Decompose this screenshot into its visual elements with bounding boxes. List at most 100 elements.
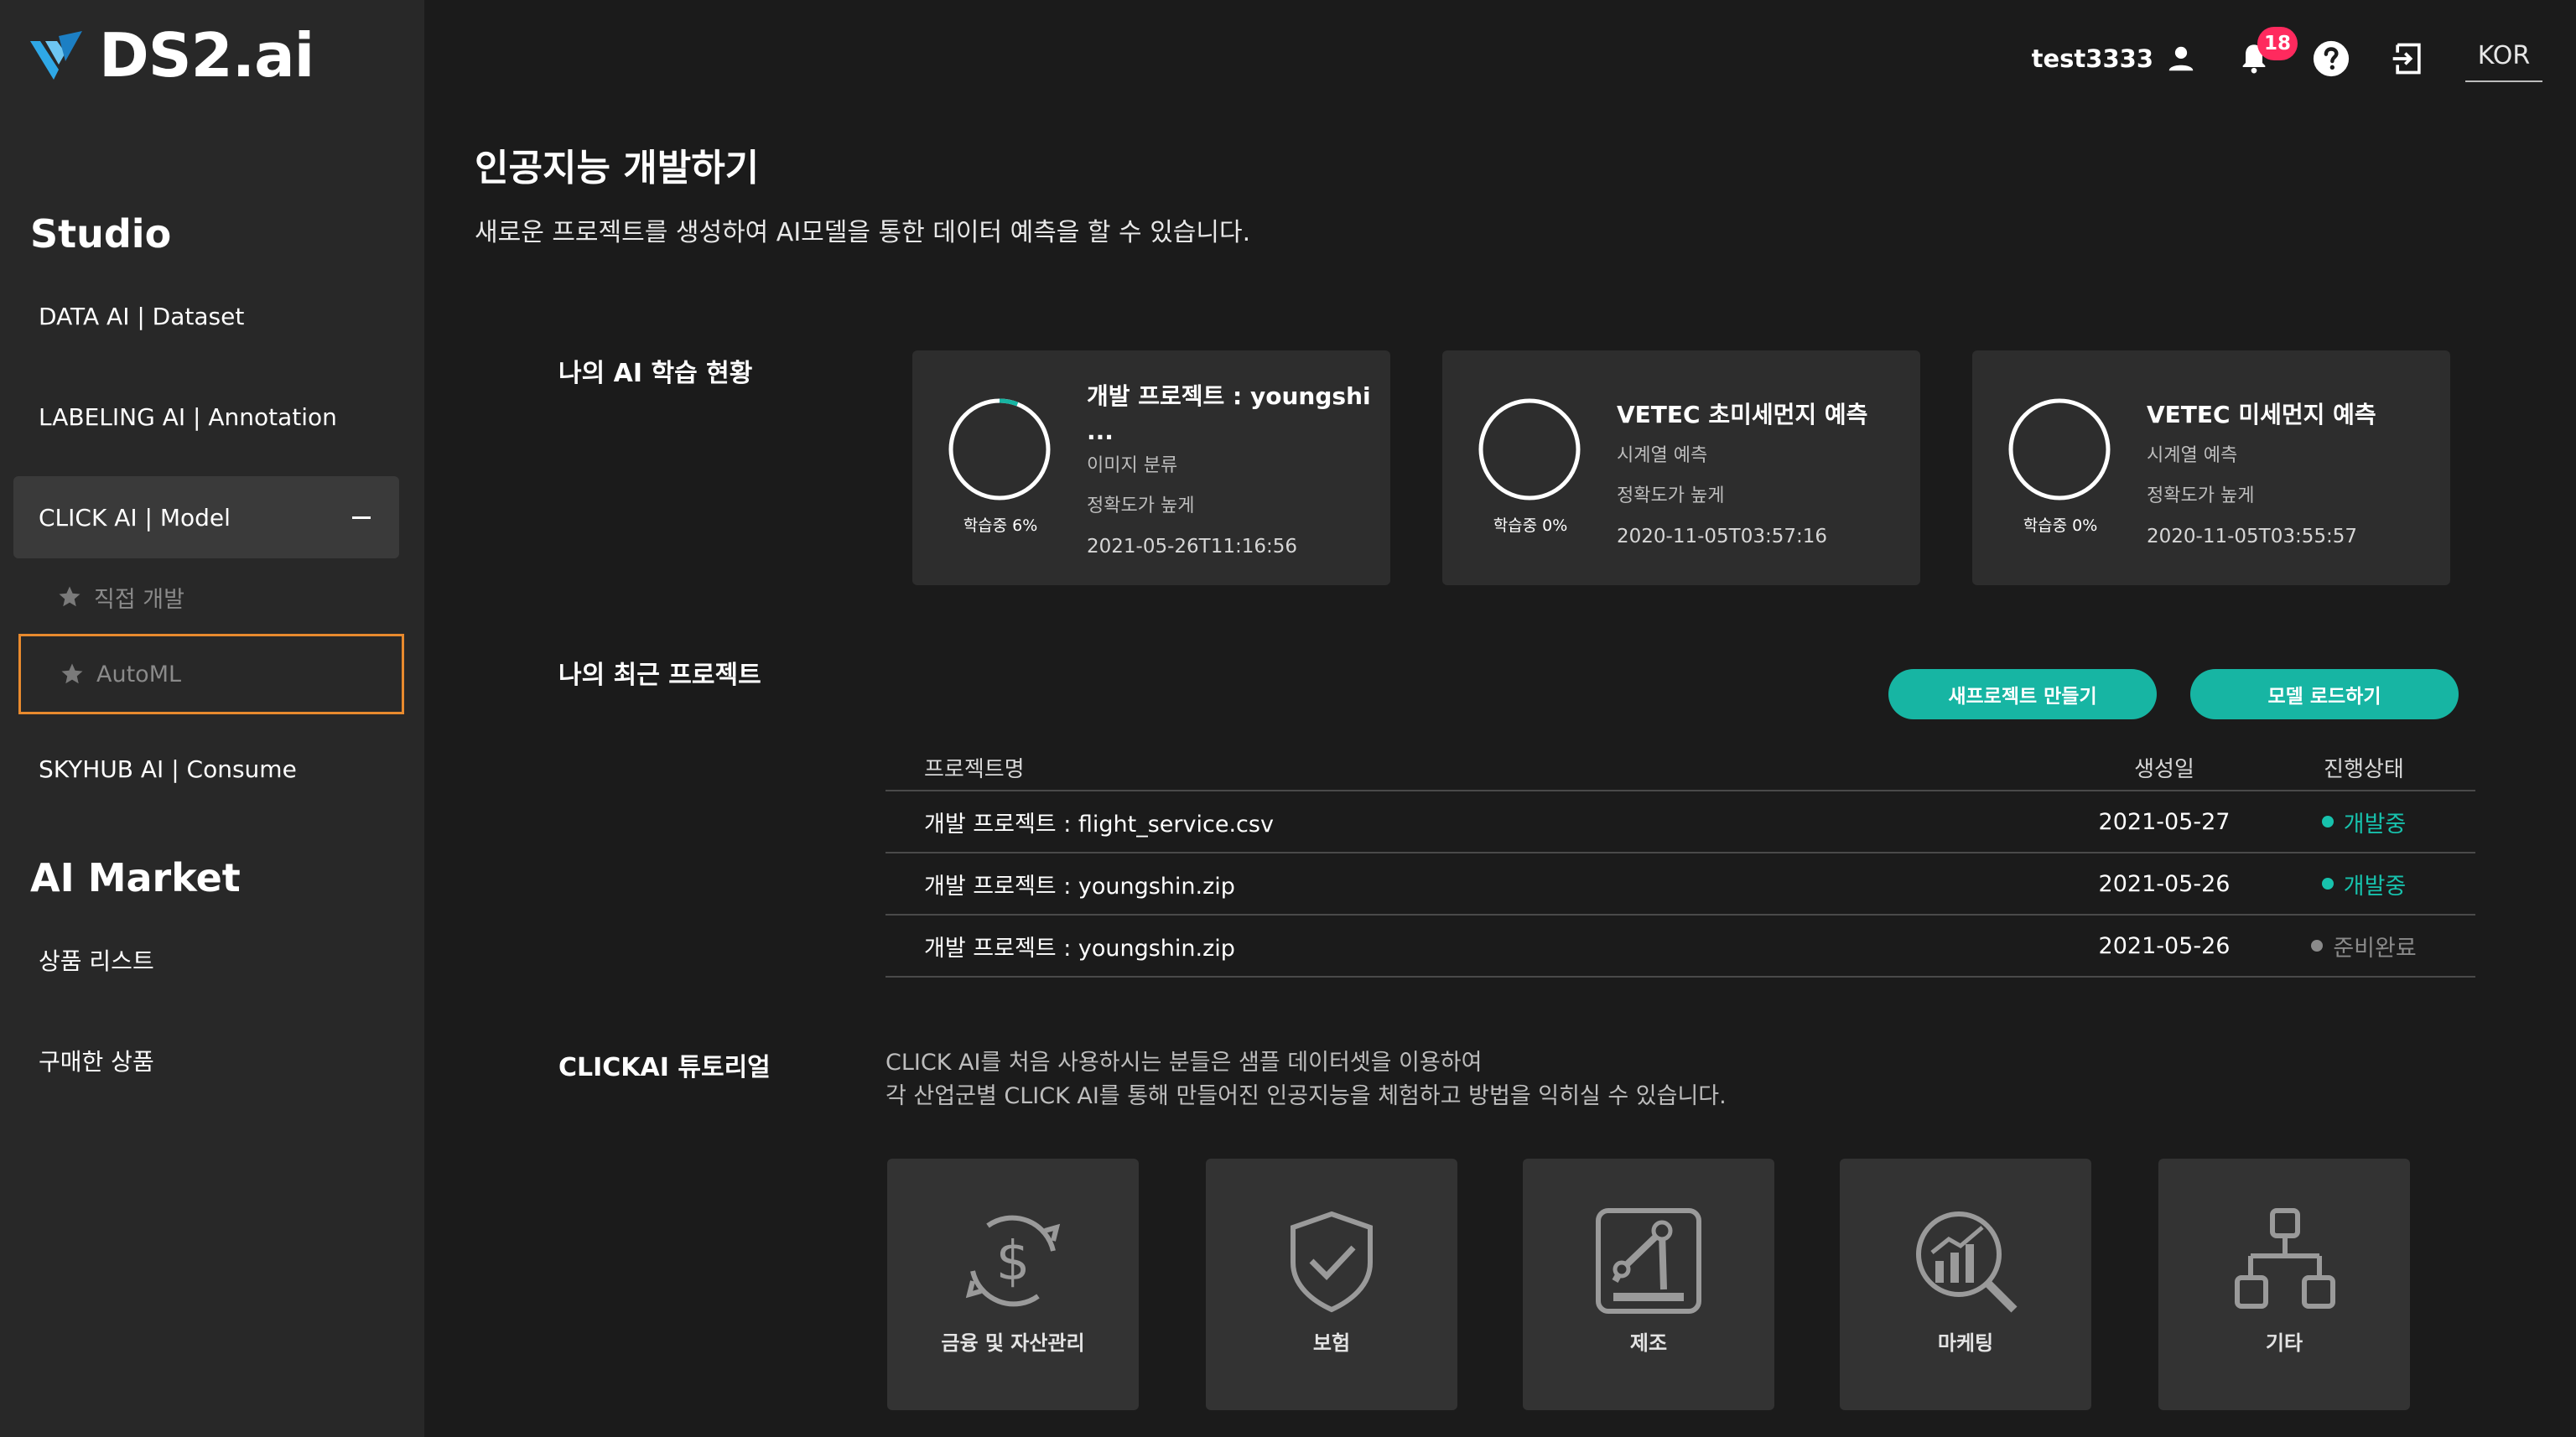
help-button[interactable]	[2311, 39, 2351, 79]
recent-projects-table: 프로젝트명 생성일 진행상태 개발 프로젝트 : flight_service.…	[886, 744, 2475, 978]
sidebar-item-label: CLICK AI | Model	[39, 503, 231, 532]
username: test3333	[2031, 44, 2153, 73]
sidebar-item-product-list[interactable]: 상품 리스트	[13, 919, 399, 1001]
star-icon	[61, 663, 83, 684]
sidebar-subitem-label: AutoML	[96, 661, 182, 687]
tutorial-title: CLICKAI 튜토리얼	[558, 1053, 771, 1082]
hierarchy-icon	[2235, 1208, 2335, 1309]
language-selector[interactable]: KOR	[2465, 36, 2542, 82]
brand-name: DS2.ai	[99, 20, 314, 91]
tutorial-label: 기타	[2265, 1331, 2303, 1355]
sidebar-item-click-ai[interactable]: CLICK AI | Model	[13, 476, 399, 558]
project-date: 2021-05-27	[2098, 808, 2231, 835]
project-name[interactable]: 개발 프로젝트 : youngshin.zip	[886, 930, 2076, 962]
tutorial-description: CLICK AI를 처음 사용하시는 분들은 샘플 데이터셋을 이용하여 각 산…	[886, 1046, 1727, 1113]
header-project-name: 프로젝트명	[924, 756, 1025, 782]
table-row[interactable]: 개발 프로젝트 : flight_service.csv 2021-05-27 …	[886, 791, 2475, 853]
help-icon	[2313, 40, 2350, 77]
tutorial-desc-line: 각 산업군별 CLICK AI를 통해 만들어진 인공지능을 체험하고 방법을 …	[886, 1083, 1727, 1109]
logo-icon	[30, 31, 82, 80]
notification-badge: 18	[2257, 27, 2298, 60]
sidebar-subitem-label: 직접 개발	[94, 586, 184, 613]
table-row[interactable]: 개발 프로젝트 : youngshin.zip 2021-05-26 개발중	[886, 853, 2475, 916]
card-title: 개발 프로젝트 : youngshi	[1087, 382, 1371, 410]
page-title: 인공지능 개발하기	[475, 147, 760, 189]
tutorial-card-manufacturing[interactable]: 제조	[1523, 1159, 1774, 1410]
load-model-button[interactable]: 모델 로드하기	[2190, 669, 2459, 719]
card-type: 시계열 예측	[1617, 445, 1708, 466]
header-created-date: 생성일	[2134, 756, 2194, 782]
user-icon	[2168, 46, 2194, 71]
collapse-icon[interactable]	[352, 516, 371, 519]
marketing-chart-icon	[1916, 1211, 2018, 1313]
status-dot	[2321, 816, 2334, 827]
sidebar-subitem-direct-dev[interactable]: 직접 개발	[18, 557, 404, 637]
project-status: 준비완료	[2252, 930, 2475, 962]
status-card[interactable]: 학습중 0% VETEC 초미세먼지 예측 시계열 예측 정확도가 높게 202…	[1442, 350, 1920, 585]
sidebar: DS2.ai Studio DATA AI | Dataset LABELING…	[0, 0, 424, 1437]
sidebar-subitem-automl[interactable]: AutoML	[18, 634, 404, 714]
page-description: 새로운 프로젝트를 생성하여 AI모델을 통한 데이터 예측을 할 수 있습니다…	[475, 218, 1251, 247]
sidebar-item-label: SKYHUB AI | Consume	[39, 755, 297, 783]
sidebar-item-skyhub-ai[interactable]: SKYHUB AI | Consume	[13, 728, 399, 810]
star-icon	[59, 586, 80, 607]
finance-icon: $	[965, 1215, 1061, 1307]
status-card[interactable]: 학습중 0% VETEC 미세먼지 예측 시계열 예측 정확도가 높게 2020…	[1972, 350, 2450, 585]
project-status: 개발중	[2252, 868, 2475, 900]
progress-label: 학습중 6%	[963, 516, 1038, 535]
svg-text:$: $	[996, 1231, 1031, 1293]
manufacturing-robot-arm-icon	[1596, 1208, 1701, 1314]
sidebar-item-purchased[interactable]: 구매한 상품	[13, 1019, 399, 1102]
learning-status-title: 나의 AI 학습 현황	[558, 359, 753, 388]
sidebar-item-label: 구매한 상품	[39, 1048, 154, 1076]
table-row[interactable]: 개발 프로젝트 : youngshin.zip 2021-05-26 준비완료	[886, 916, 2475, 978]
tutorial-label: 금융 및 자산관리	[941, 1331, 1085, 1355]
card-title: VETEC 초미세먼지 예측	[1617, 401, 1868, 428]
ai-market-title: AI Market	[30, 855, 241, 900]
tutorial-label: 마케팅	[1937, 1331, 1994, 1355]
sidebar-item-data-ai[interactable]: DATA AI | Dataset	[13, 275, 399, 357]
recent-projects-title: 나의 최근 프로젝트	[558, 661, 761, 690]
card-type: 이미지 분류	[1087, 455, 1178, 476]
sidebar-item-label: DATA AI | Dataset	[39, 302, 245, 330]
tutorial-card-insurance[interactable]: 보험	[1206, 1159, 1457, 1410]
brand-logo[interactable]: DS2.ai	[29, 20, 314, 91]
notifications-button[interactable]: 18	[2234, 27, 2298, 79]
progress-label: 학습중 0%	[1493, 516, 1568, 535]
project-status: 개발중	[2252, 806, 2475, 838]
status-dot	[2321, 878, 2334, 890]
progress-label: 학습중 0%	[2023, 516, 2098, 535]
user-menu[interactable]: test3333	[2032, 43, 2197, 75]
progress-ring	[1478, 398, 1581, 501]
sidebar-item-label: LABELING AI | Annotation	[39, 402, 337, 431]
card-date: 2021-05-26T11:16:56	[1087, 536, 1298, 558]
card-goal: 정확도가 높게	[1617, 485, 1725, 506]
project-date: 2021-05-26	[2098, 932, 2231, 959]
tutorial-card-other[interactable]: 기타	[2158, 1159, 2410, 1410]
sidebar-item-labeling-ai[interactable]: LABELING AI | Annotation	[13, 376, 399, 458]
new-project-button[interactable]: 새프로젝트 만들기	[1888, 669, 2157, 719]
header-toolbar: test3333 18 KOR	[2032, 25, 2542, 92]
sidebar-item-label: 상품 리스트	[39, 947, 154, 975]
progress-ring	[2008, 398, 2111, 501]
progress-ring	[948, 398, 1051, 501]
card-date: 2020-11-05T03:57:16	[1617, 526, 1828, 547]
project-name[interactable]: 개발 프로젝트 : youngshin.zip	[886, 868, 2076, 900]
project-name[interactable]: 개발 프로젝트 : flight_service.csv	[886, 806, 2076, 838]
logout-icon	[2392, 43, 2421, 75]
tutorial-label: 보험	[1312, 1331, 1351, 1355]
tutorial-card-finance[interactable]: $ 금융 및 자산관리	[887, 1159, 1139, 1410]
tutorial-card-marketing[interactable]: 마케팅	[1840, 1159, 2091, 1410]
card-goal: 정확도가 높게	[1087, 495, 1195, 516]
card-title-overflow: ...	[1087, 418, 1114, 445]
card-date: 2020-11-05T03:55:57	[2147, 526, 2358, 547]
studio-title: Studio	[30, 211, 172, 257]
project-date: 2021-05-26	[2098, 870, 2231, 897]
status-card[interactable]: 학습중 6% 개발 프로젝트 : youngshi ... 이미지 분류 정확도…	[912, 350, 1390, 585]
tutorial-label: 제조	[1629, 1331, 1668, 1355]
logout-button[interactable]	[2388, 39, 2428, 79]
card-type: 시계열 예측	[2147, 445, 2238, 466]
header-status: 진행상태	[2324, 756, 2404, 782]
table-header: 프로젝트명 생성일 진행상태	[886, 744, 2475, 791]
card-goal: 정확도가 높게	[2147, 485, 2255, 506]
